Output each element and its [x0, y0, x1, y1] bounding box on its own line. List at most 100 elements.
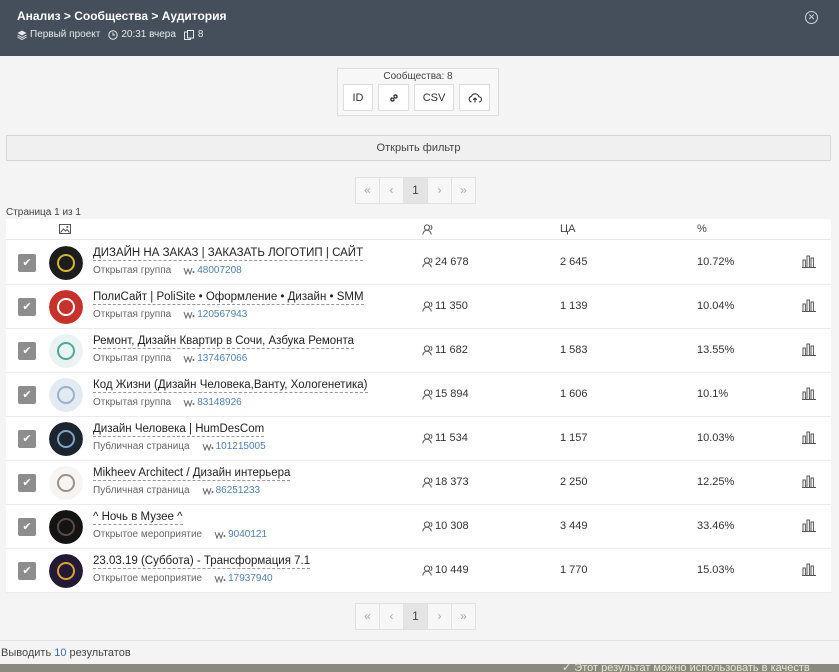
community-type: Открытая группа: [93, 397, 172, 408]
pager-last[interactable]: »: [451, 177, 476, 204]
community-id-link[interactable]: 48007208: [197, 265, 242, 276]
members-count: 10 449: [422, 564, 469, 576]
community-type: Публичная страница: [93, 441, 190, 452]
pager-prev[interactable]: ‹: [379, 177, 404, 204]
members-value: 10 308: [435, 520, 469, 532]
community-name[interactable]: ^ Ночь в Музее ^: [93, 511, 183, 525]
close-icon[interactable]: ✕: [805, 11, 818, 24]
stats-button[interactable]: [802, 254, 816, 271]
members-count: 24 678: [422, 256, 469, 268]
community-id-link[interactable]: 83148926: [197, 397, 242, 408]
row-checkbox[interactable]: ✔: [18, 386, 36, 404]
stats-button[interactable]: [802, 386, 816, 403]
pager-next[interactable]: ›: [427, 603, 452, 630]
community-avatar[interactable]: [49, 466, 83, 500]
pagination-top: « ‹ 1 › »: [355, 177, 476, 204]
pct-value: 10.04%: [697, 300, 735, 312]
stats-bar-icon: [802, 519, 816, 532]
community-id-link[interactable]: 86251233: [216, 485, 261, 496]
community-name[interactable]: Ремонт, Дизайн Квартир в Сочи, Азбука Ре…: [93, 335, 355, 349]
pager-current[interactable]: 1: [403, 603, 428, 630]
row-checkbox[interactable]: ✔: [18, 562, 36, 580]
stats-button[interactable]: [802, 342, 816, 359]
community-avatar[interactable]: [49, 422, 83, 456]
results-prefix: Выводить: [1, 647, 52, 659]
row-checkbox[interactable]: ✔: [18, 430, 36, 448]
ca-value: 3 449: [560, 520, 588, 532]
community-id-link[interactable]: 120567943: [197, 309, 247, 320]
community-name[interactable]: Дизайн Человека | HumDesCom: [93, 423, 265, 437]
time-value: 20:31 вчера: [121, 29, 176, 40]
community-id-link[interactable]: 101215005: [216, 441, 266, 452]
clock-icon: [108, 29, 119, 40]
cloud-upload-icon: [468, 92, 482, 103]
pager-current[interactable]: 1: [403, 177, 428, 204]
copies-icon: [183, 29, 194, 40]
community-id-link[interactable]: 17937940: [228, 573, 273, 584]
pct-value: 10.72%: [697, 256, 735, 268]
community-avatar[interactable]: [49, 290, 83, 324]
community-name[interactable]: ПолиСайт | PoliSite • Оформление • Дизай…: [93, 291, 364, 305]
image-icon: [59, 224, 71, 234]
community-id-link[interactable]: 9040121: [228, 529, 267, 540]
stats-button[interactable]: [802, 298, 816, 315]
vk-id-icon: [183, 267, 195, 275]
export-cloud-button[interactable]: [459, 84, 490, 111]
ca-value: 1 139: [560, 300, 588, 312]
community-name[interactable]: 23.03.19 (Суббота) - Трансформация 7.1: [93, 555, 311, 569]
pct-value: 15.03%: [697, 564, 735, 576]
export-link-button[interactable]: [378, 84, 409, 111]
vk-id-icon: [214, 575, 226, 583]
stats-button[interactable]: [802, 518, 816, 535]
table-row: ✔ ДИЗАЙН НА ЗАКАЗ | ЗАКАЗАТЬ ЛОГОТИП | СА…: [6, 241, 831, 285]
vk-id-icon: [183, 355, 195, 363]
community-avatar[interactable]: [49, 246, 83, 280]
export-panel: Сообщества: 8 ID CSV: [337, 68, 499, 116]
audience-table: ЦА % ✔ ДИЗАЙН НА ЗАКАЗ | ЗАКАЗАТЬ ЛОГОТИП…: [6, 219, 831, 593]
stats-button[interactable]: [802, 562, 816, 579]
pager-prev[interactable]: ‹: [379, 603, 404, 630]
community-id-wrap: 86251233: [202, 485, 261, 496]
footer-divider: [0, 640, 839, 641]
table-row: ✔ ^ Ночь в Музее ^ Открытое мероприятие 904…: [6, 505, 831, 549]
table-row: ✔ Ремонт, Дизайн Квартир в Сочи, Азбука Р…: [6, 329, 831, 373]
community-avatar[interactable]: [49, 510, 83, 544]
community-type: Открытое мероприятие: [93, 529, 203, 540]
project-info: Первый проект: [17, 29, 100, 40]
community-avatar[interactable]: [49, 554, 83, 588]
community-meta: Открытая группа 120567943: [93, 309, 247, 320]
community-name[interactable]: Mikheev Architect / Дизайн интерьера: [93, 467, 291, 481]
stats-button[interactable]: [802, 474, 816, 491]
export-id-button[interactable]: ID: [343, 84, 373, 111]
pager-first[interactable]: «: [355, 177, 380, 204]
community-avatar[interactable]: [49, 378, 83, 412]
results-count-link[interactable]: 10: [54, 647, 66, 659]
stats-button[interactable]: [802, 430, 816, 447]
community-id-wrap: 48007208: [183, 265, 242, 276]
pager-first[interactable]: «: [355, 603, 380, 630]
ca-value: 1 157: [560, 432, 588, 444]
members-icon: [422, 300, 433, 312]
members-value: 10 449: [435, 564, 469, 576]
row-checkbox[interactable]: ✔: [18, 342, 36, 360]
count-info: 8: [183, 29, 203, 40]
table-row: ✔ Дизайн Человека | HumDesCom Публичная ст…: [6, 417, 831, 461]
members-icon: [422, 520, 433, 532]
export-csv-button[interactable]: CSV: [414, 84, 454, 111]
pagination-bottom: « ‹ 1 › »: [355, 603, 476, 630]
open-filter-button[interactable]: Открыть фильтр: [6, 135, 831, 161]
row-checkbox[interactable]: ✔: [18, 518, 36, 536]
row-checkbox[interactable]: ✔: [18, 474, 36, 492]
row-checkbox[interactable]: ✔: [18, 298, 36, 316]
project-name: Первый проект: [30, 29, 101, 40]
members-icon: [422, 432, 433, 444]
pager-next[interactable]: ›: [427, 177, 452, 204]
community-avatar[interactable]: [49, 334, 83, 368]
community-id-wrap: 17937940: [214, 573, 273, 584]
pager-last[interactable]: »: [451, 603, 476, 630]
community-id-link[interactable]: 137467066: [197, 353, 247, 364]
row-checkbox[interactable]: ✔: [18, 254, 36, 272]
community-name[interactable]: ДИЗАЙН НА ЗАКАЗ | ЗАКАЗАТЬ ЛОГОТИП | САЙ…: [93, 247, 364, 261]
community-name[interactable]: Код Жизни (Дизайн Человека,Ванту, Хологе…: [93, 379, 368, 393]
community-id-wrap: 120567943: [183, 309, 247, 320]
